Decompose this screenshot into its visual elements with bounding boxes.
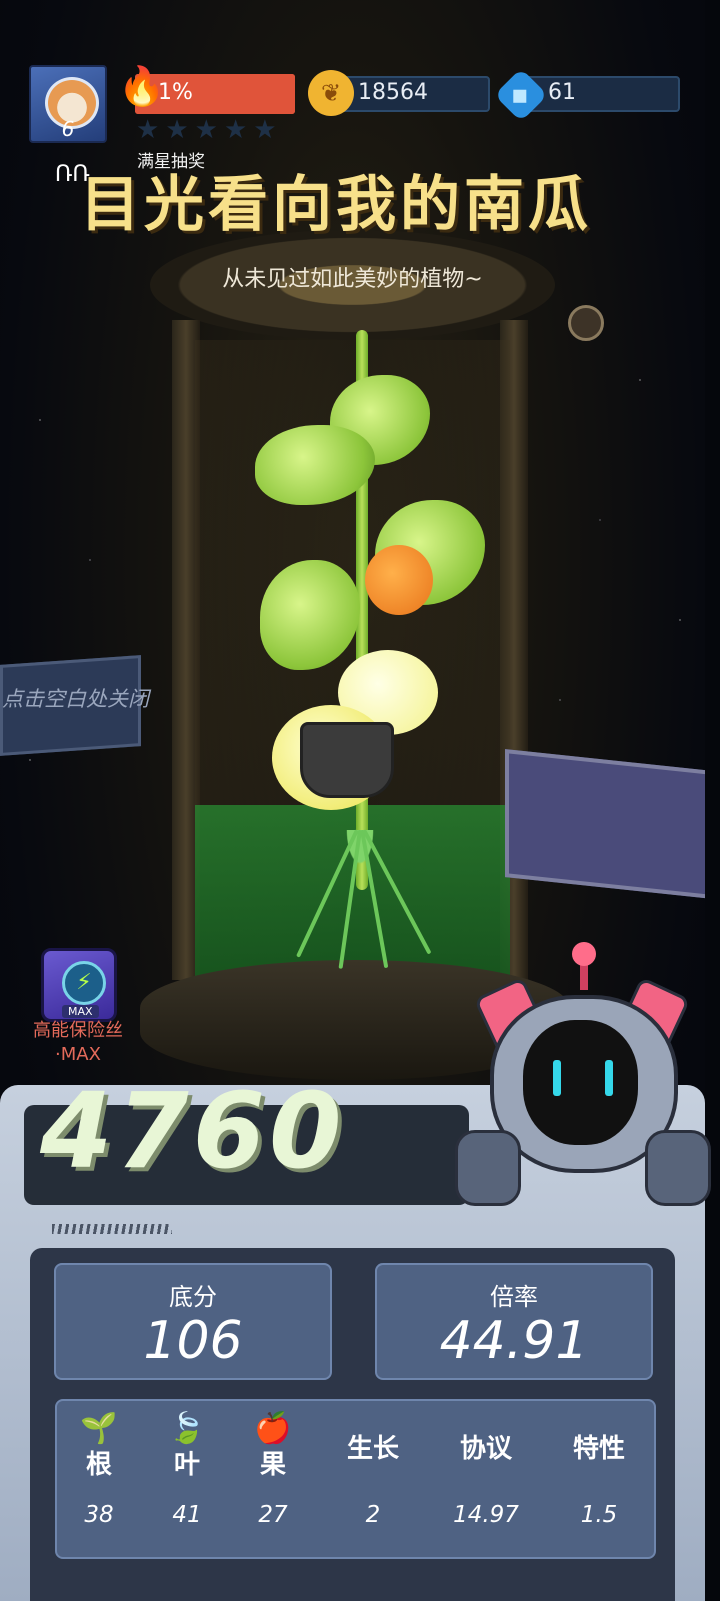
player-avatar[interactable]: 6 <box>29 65 107 143</box>
attribute-root: 🌱 根 38 <box>49 1410 149 1528</box>
heat-progress-label: 1% <box>158 80 193 105</box>
multiplier-value: 44.91 <box>439 1311 589 1371</box>
attribute-value: 1.5 <box>580 1502 618 1528</box>
star-empty-icon: ★ <box>136 115 160 145</box>
robot-arm-left <box>455 1130 521 1206</box>
attribute-protocol: 协议 14.97 <box>436 1410 536 1528</box>
robot-antenna <box>572 942 596 990</box>
right-monitor <box>505 749 705 899</box>
attribute-value: 38 <box>84 1502 114 1528</box>
fuse-item-suffix: ·MAX <box>55 1044 101 1065</box>
attribute-value: 27 <box>258 1502 288 1528</box>
fuse-item-card[interactable]: ⚡ MAX <box>41 948 117 1022</box>
player-level: 6 <box>61 117 75 141</box>
multiplier-label: 倍率 <box>490 1283 538 1311</box>
star-empty-icon: ★ <box>165 115 189 145</box>
gem-amount: 61 <box>548 80 576 105</box>
attribute-leaf: 🍃 叶 41 <box>137 1410 237 1528</box>
attribute-value: 14.97 <box>453 1502 519 1528</box>
robot-mascot <box>455 940 711 1230</box>
star-empty-icon: ★ <box>194 115 218 145</box>
attribute-label: 特性 <box>572 1434 625 1464</box>
star-empty-icon: ★ <box>223 115 248 145</box>
base-score-card: 底分 106 <box>54 1263 332 1380</box>
close-hint: 点击空白处关闭 <box>2 687 149 711</box>
attribute-value: 41 <box>172 1502 202 1528</box>
coin-amount: 18564 <box>358 80 428 105</box>
plant-roots <box>296 829 432 980</box>
pumpkin-orange <box>365 545 433 615</box>
base-score-value: 106 <box>143 1311 243 1371</box>
attribute-trait: 特性 1.5 <box>549 1410 649 1528</box>
base-score-label: 底分 <box>169 1283 217 1311</box>
gold-coin-icon: ❦ <box>308 70 354 116</box>
star-empty-icon: ★ <box>253 115 277 145</box>
multiplier-card: 倍率 44.91 <box>375 1263 653 1380</box>
panel-hatch <box>52 1224 172 1234</box>
attribute-value: 2 <box>365 1502 381 1528</box>
attribute-label: 叶 <box>173 1450 200 1480</box>
root-icon: 🌱 <box>80 1411 118 1446</box>
robot-eye-right <box>605 1060 613 1096</box>
fuse-item-label: 高能保险丝 ·MAX <box>28 1019 128 1067</box>
fruit-icon: 🍎 <box>254 1411 292 1446</box>
attribute-label: 协议 <box>459 1434 512 1464</box>
fuse-item-name: 高能保险丝 <box>33 1020 123 1041</box>
plant-title: 目光看向我的南瓜 <box>80 170 592 240</box>
attribute-fruit: 🍎 果 27 <box>223 1410 323 1528</box>
max-badge: MAX <box>62 1005 99 1018</box>
floating-orb <box>568 305 604 341</box>
attribute-growth: 生长 2 <box>323 1410 423 1528</box>
attribute-label: 根 <box>85 1450 112 1480</box>
star-rating: ★ ★ ★ ★ ★ <box>136 116 277 144</box>
fuse-bolt-icon: ⚡ <box>62 961 106 1005</box>
attribute-label: 果 <box>259 1450 286 1480</box>
robot-visor <box>523 1020 638 1145</box>
basket <box>300 722 394 798</box>
robot-arm-right <box>645 1130 711 1206</box>
attribute-label: 生长 <box>346 1434 399 1464</box>
total-score: 4760 <box>40 1070 346 1192</box>
leaf-icon: 🍃 <box>168 1411 206 1446</box>
robot-eye-left <box>553 1060 561 1096</box>
plant-subtitle: 从未见过如此美妙的植物~ <box>222 267 483 292</box>
